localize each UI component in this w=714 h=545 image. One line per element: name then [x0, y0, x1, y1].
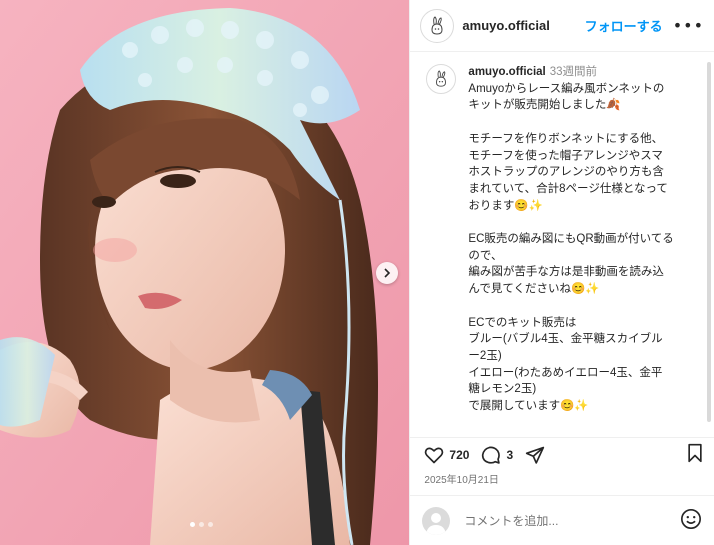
like-count[interactable]: 720 — [449, 448, 469, 462]
caption-text: amuyo.official 33週間前 Amuyoからレース編み風ボンネットの … — [468, 64, 673, 431]
caption-avatar[interactable] — [426, 64, 457, 94]
comment-input[interactable] — [462, 512, 680, 529]
user-icon — [426, 512, 447, 535]
emoji-button[interactable] — [680, 508, 702, 534]
comment-bar — [410, 495, 714, 545]
rabbit-logo-icon — [436, 70, 447, 87]
share-button[interactable] — [525, 445, 545, 465]
username-link[interactable]: amuyo.official — [462, 18, 549, 33]
follow-button[interactable]: フォローする — [585, 16, 663, 35]
comment-button[interactable]: 3 — [481, 445, 513, 465]
save-button[interactable] — [686, 443, 704, 467]
carousel-dot[interactable] — [190, 522, 195, 527]
comment-icon — [482, 446, 501, 464]
bookmark-icon — [688, 443, 702, 462]
action-bar: 720 3 — [410, 437, 714, 471]
instagram-post-modal: amuyo.official フォローする ••• amuyo.official… — [0, 0, 714, 545]
more-icon[interactable]: ••• — [673, 16, 704, 35]
post-details-panel: amuyo.official フォローする ••• amuyo.official… — [409, 0, 714, 545]
caption-scrollbar[interactable] — [707, 62, 711, 422]
rabbit-logo-icon — [431, 15, 443, 35]
user-avatar — [422, 506, 451, 535]
post-header: amuyo.official フォローする ••• — [410, 0, 714, 52]
caption-paragraph: EC販売の編み図にもQR動画が付いてる ので、 編み図が苦手な方は是非動画を読み… — [468, 233, 674, 296]
carousel-dot[interactable] — [208, 522, 213, 527]
carousel-indicator — [190, 522, 213, 527]
caption-scroll-area[interactable]: amuyo.official 33週間前 Amuyoからレース編み風ボンネットの … — [410, 52, 714, 437]
emoji-icon — [681, 508, 701, 529]
post-photo — [0, 0, 410, 545]
caption-paragraph: ECでのキット販売は ブルー(バブル4玉、金平糖スカイブル ー2玉) イエロー(… — [468, 316, 663, 413]
chevron-right-icon — [384, 268, 391, 278]
comment-count[interactable]: 3 — [506, 448, 513, 462]
heart-icon — [425, 447, 444, 463]
avatar[interactable] — [420, 8, 455, 43]
caption: amuyo.official 33週間前 Amuyoからレース編み風ボンネットの … — [426, 64, 696, 431]
share-icon — [525, 446, 545, 464]
caption-paragraph: モチーフを作りボンネットにする他、 モチーフを使った帽子アレンジやスマ ホストラ… — [468, 132, 668, 212]
carousel-dot[interactable] — [199, 522, 204, 527]
caption-username[interactable]: amuyo.official — [468, 66, 545, 78]
post-date[interactable]: 2025年10月21日 — [410, 471, 714, 495]
post-media[interactable] — [0, 0, 410, 545]
like-button[interactable]: 720 — [424, 445, 469, 465]
carousel-next-button[interactable] — [376, 262, 398, 284]
caption-paragraph: Amuyoからレース編み風ボンネットの キットが販売開始しました🍂 — [468, 82, 665, 112]
caption-timestamp[interactable]: 33週間前 — [550, 66, 597, 78]
